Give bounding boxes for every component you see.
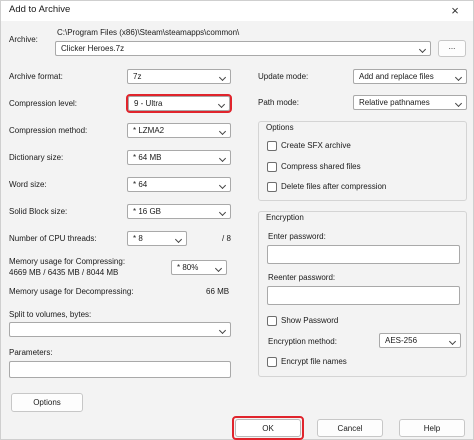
compression-level-label: Compression level: (9, 99, 78, 108)
cpu-threads-label: Number of CPU threads: (9, 234, 97, 243)
show-password-checkbox[interactable] (267, 316, 277, 326)
dictionary-size-select[interactable]: * 64 MB (127, 150, 231, 165)
encrypt-names-checkbox[interactable] (267, 357, 277, 367)
path-mode-label: Path mode: (258, 98, 299, 107)
close-icon[interactable]: × (437, 1, 473, 21)
enter-password-input[interactable] (267, 245, 460, 264)
create-sfx-checkbox[interactable] (267, 141, 277, 151)
enter-password-label: Enter password: (268, 232, 326, 241)
compression-method-label: Compression method: (9, 126, 88, 135)
path-mode-select[interactable]: Relative pathnames (353, 95, 467, 110)
archive-format-label: Archive format: (9, 72, 63, 81)
title-bar: Add to Archive × (1, 1, 473, 21)
update-mode-value: Add and replace files (359, 72, 434, 81)
add-to-archive-dialog: Add to Archive × Archive: C:\Program Fil… (0, 0, 474, 440)
memory-compress-select[interactable]: * 80% (171, 260, 227, 275)
cancel-button[interactable]: Cancel (317, 419, 383, 437)
memory-decompress-label: Memory usage for Decompressing: (9, 287, 134, 296)
memory-compress-label: Memory usage for Compressing: (9, 257, 126, 266)
cpu-threads-total: / 8 (222, 234, 231, 243)
path-mode-value: Relative pathnames (359, 98, 430, 107)
archive-format-value: 7z (133, 72, 142, 81)
compression-level-highlight (126, 94, 232, 113)
compress-shared-checkbox[interactable] (267, 162, 277, 172)
archive-name-combobox[interactable]: Clicker Heroes.7z (55, 41, 431, 56)
word-size-label: Word size: (9, 180, 47, 189)
compress-shared-label: Compress shared files (281, 162, 361, 171)
encrypt-names-label: Encrypt file names (281, 357, 347, 366)
solid-block-size-label: Solid Block size: (9, 207, 68, 216)
delete-after-checkbox[interactable] (267, 182, 277, 192)
reenter-password-input[interactable] (267, 286, 460, 305)
reenter-password-label: Reenter password: (268, 273, 336, 282)
create-sfx-label: Create SFX archive (281, 141, 351, 150)
encryption-method-label: Encryption method: (268, 337, 337, 346)
memory-compress-value: * 80% (177, 263, 199, 272)
cpu-threads-select[interactable]: * 8 (127, 231, 187, 246)
ok-button-highlight (232, 416, 304, 440)
encryption-method-select[interactable]: AES-256 (379, 333, 461, 348)
archive-label: Archive: (9, 35, 38, 44)
parameters-label: Parameters: (9, 348, 53, 357)
archive-name-value: Clicker Heroes.7z (61, 44, 125, 53)
browse-button[interactable]: ... (438, 40, 466, 57)
solid-block-size-value: * 16 GB (133, 207, 162, 216)
encryption-method-value: AES-256 (385, 336, 418, 345)
solid-block-size-select[interactable]: * 16 GB (127, 204, 231, 219)
options-button[interactable]: Options (11, 393, 83, 412)
split-volumes-combobox[interactable] (9, 322, 231, 337)
split-volumes-label: Split to volumes, bytes: (9, 310, 92, 319)
archive-format-select[interactable]: 7z (127, 69, 231, 84)
memory-decompress-value: 66 MB (206, 287, 230, 296)
options-group-title: Options (264, 123, 296, 132)
update-mode-label: Update mode: (258, 72, 309, 81)
delete-after-label: Delete files after compression (281, 182, 387, 191)
encryption-group-title: Encryption (264, 213, 306, 222)
compression-method-select[interactable]: * LZMA2 (127, 123, 231, 138)
help-button[interactable]: Help (399, 419, 465, 437)
word-size-select[interactable]: * 64 (127, 177, 231, 192)
cpu-threads-value: * 8 (133, 234, 143, 243)
word-size-value: * 64 (133, 180, 148, 189)
window-title: Add to Archive (9, 4, 71, 15)
update-mode-select[interactable]: Add and replace files (353, 69, 467, 84)
archive-path: C:\Program Files (x86)\Steam\steamapps\c… (57, 28, 240, 37)
dictionary-size-label: Dictionary size: (9, 153, 64, 162)
compression-method-value: * LZMA2 (133, 126, 165, 135)
dictionary-size-value: * 64 MB (133, 153, 162, 162)
show-password-label: Show Password (281, 316, 339, 325)
parameters-input[interactable] (9, 361, 231, 378)
memory-compress-detail: 4669 MB / 6435 MB / 8044 MB (9, 268, 119, 277)
